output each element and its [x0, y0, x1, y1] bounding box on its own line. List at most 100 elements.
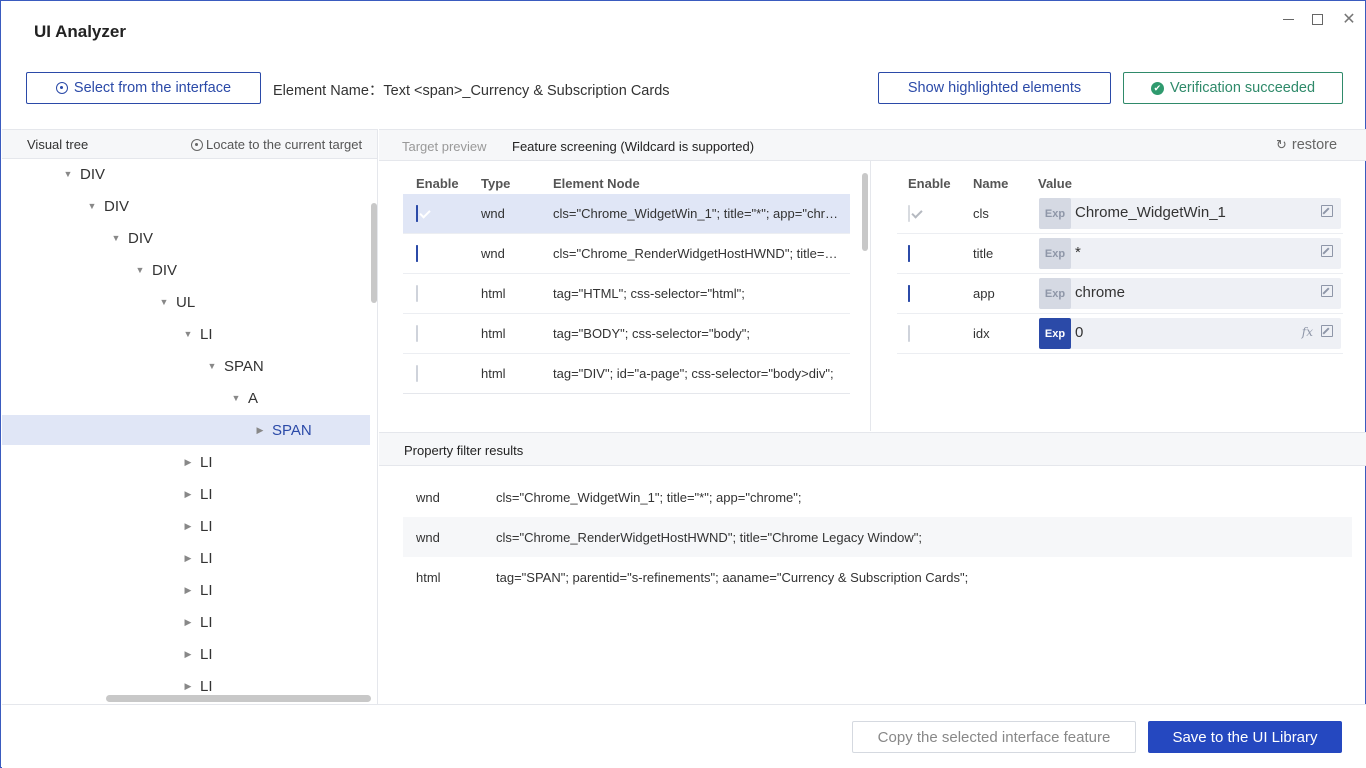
target-icon: [191, 138, 203, 151]
tree-node[interactable]: ▶ LI: [2, 639, 370, 669]
feature-row[interactable]: wnd cls="Chrome_RenderWidgetHostHWND"; ti…: [403, 234, 850, 274]
caret-down-icon[interactable]: ▼: [134, 265, 146, 275]
result-type: wnd: [416, 530, 440, 545]
tree-node[interactable]: ▶ LI: [2, 511, 370, 541]
property-value-field[interactable]: Exp *: [1039, 238, 1341, 269]
divider: [403, 393, 850, 394]
caret-right-icon[interactable]: ▶: [182, 457, 194, 468]
tree-node[interactable]: ▼ DIV: [2, 191, 370, 221]
tree-node[interactable]: ▼ SPAN: [2, 351, 370, 381]
property-value[interactable]: *: [1075, 244, 1081, 261]
caret-right-icon[interactable]: ▶: [254, 425, 266, 436]
feature-node: cls="Chrome_WidgetWin_1"; title="*"; app…: [553, 206, 841, 221]
feature-node-header: Element Node: [553, 176, 640, 191]
edit-icon[interactable]: [1321, 245, 1333, 257]
tree-vertical-scrollbar[interactable]: [371, 203, 377, 303]
caret-down-icon[interactable]: ▼: [86, 201, 98, 211]
function-icon[interactable]: fx: [1302, 325, 1313, 339]
caret-right-icon[interactable]: ▶: [182, 553, 194, 564]
result-row[interactable]: html tag="SPAN"; parentid="s-refinements"…: [403, 557, 1352, 597]
property-value-field[interactable]: Exp chrome: [1039, 278, 1341, 309]
enable-checkbox[interactable]: [908, 285, 910, 302]
show-highlighted-button[interactable]: Show highlighted elements: [878, 72, 1111, 104]
enable-checkbox[interactable]: [416, 325, 418, 342]
enable-checkbox[interactable]: [908, 205, 910, 222]
property-row: app Exp chrome: [897, 274, 1343, 314]
caret-right-icon[interactable]: ▶: [182, 489, 194, 500]
tree-horizontal-scrollbar[interactable]: [106, 695, 371, 702]
close-button[interactable]: ✕: [1338, 9, 1360, 29]
feature-row[interactable]: wnd cls="Chrome_WidgetWin_1"; title="*"; …: [403, 194, 850, 234]
property-name: title: [973, 246, 994, 261]
feature-row[interactable]: html tag="HTML"; css-selector="html";: [403, 274, 850, 314]
enable-checkbox[interactable]: [416, 365, 418, 382]
caret-right-icon[interactable]: ▶: [182, 521, 194, 532]
save-to-library-label: Save to the UI Library: [1172, 728, 1318, 746]
property-row: title Exp *: [897, 234, 1343, 274]
feature-row[interactable]: html tag="DIV"; id="a-page"; css-selector…: [403, 354, 850, 394]
property-value-field[interactable]: Exp Chrome_WidgetWin_1: [1039, 198, 1341, 229]
tree-node[interactable]: ▶ SPAN: [2, 415, 370, 445]
caret-down-icon[interactable]: ▼: [230, 393, 242, 403]
property-value[interactable]: chrome: [1075, 284, 1125, 301]
feature-table-scrollbar[interactable]: [862, 173, 868, 251]
tree-node-label: LI: [200, 613, 213, 631]
property-value[interactable]: Chrome_WidgetWin_1: [1075, 204, 1226, 221]
property-value-field[interactable]: Exp 0 fx: [1039, 318, 1341, 349]
expression-toggle[interactable]: Exp: [1039, 278, 1071, 309]
tree-node[interactable]: ▼ DIV: [2, 255, 370, 285]
feature-type: wnd: [481, 246, 505, 261]
locate-current-target-button[interactable]: Locate to the current target: [191, 137, 362, 152]
edit-icon[interactable]: [1321, 205, 1333, 217]
save-to-library-button[interactable]: Save to the UI Library: [1148, 721, 1342, 753]
caret-right-icon[interactable]: ▶: [182, 649, 194, 660]
tree-node[interactable]: ▶ LI: [2, 607, 370, 637]
caret-right-icon[interactable]: ▶: [182, 585, 194, 596]
copy-feature-button[interactable]: Copy the selected interface feature: [852, 721, 1136, 753]
select-from-interface-button[interactable]: Select from the interface: [26, 72, 261, 104]
enable-checkbox[interactable]: [416, 285, 418, 302]
tab-feature-screening[interactable]: Feature screening (Wildcard is supported…: [512, 139, 754, 154]
minimize-button[interactable]: [1277, 9, 1299, 29]
tree-node[interactable]: ▼ DIV: [2, 223, 370, 253]
tree-node[interactable]: ▼ DIV: [2, 159, 370, 189]
tab-target-preview[interactable]: Target preview: [402, 139, 487, 154]
tree-node[interactable]: ▶ LI: [2, 543, 370, 573]
edit-icon[interactable]: [1321, 285, 1333, 297]
result-row[interactable]: wnd cls="Chrome_RenderWidgetHostHWND"; ti…: [403, 517, 1352, 557]
enable-checkbox[interactable]: [416, 205, 418, 222]
caret-down-icon[interactable]: ▼: [62, 169, 74, 179]
feature-node: tag="DIV"; id="a-page"; css-selector="bo…: [553, 366, 834, 381]
tree-node[interactable]: ▶ LI: [2, 479, 370, 509]
restore-button[interactable]: ↻ restore: [1276, 137, 1337, 153]
caret-down-icon[interactable]: ▼: [110, 233, 122, 243]
enable-checkbox[interactable]: [416, 245, 418, 262]
tree-node-label: DIV: [104, 197, 130, 215]
target-icon: [55, 82, 68, 94]
expression-toggle[interactable]: Exp: [1039, 238, 1071, 269]
feature-row[interactable]: html tag="BODY"; css-selector="body";: [403, 314, 850, 354]
result-row[interactable]: wnd cls="Chrome_WidgetWin_1"; title="*"; …: [403, 477, 1352, 517]
expression-toggle[interactable]: Exp: [1039, 198, 1071, 229]
enable-checkbox[interactable]: [908, 245, 910, 262]
caret-right-icon[interactable]: ▶: [182, 617, 194, 628]
tree-node[interactable]: ▼ LI: [2, 319, 370, 349]
tree-node[interactable]: ▶ LI: [2, 447, 370, 477]
caret-down-icon[interactable]: ▼: [158, 297, 170, 307]
caret-right-icon[interactable]: ▶: [182, 681, 194, 692]
caret-down-icon[interactable]: ▼: [182, 329, 194, 339]
tree-node[interactable]: ▼ A: [2, 383, 370, 413]
caret-down-icon[interactable]: ▼: [206, 361, 218, 371]
edit-icon[interactable]: [1321, 325, 1333, 337]
tree-node[interactable]: ▶ LI: [2, 575, 370, 605]
property-row: idx Exp 0 fx: [897, 314, 1343, 354]
tree-node[interactable]: ▼ UL: [2, 287, 370, 317]
property-value[interactable]: 0: [1075, 324, 1083, 341]
prop-name-header: Name: [973, 176, 1009, 191]
maximize-button[interactable]: [1306, 9, 1328, 29]
expression-toggle[interactable]: Exp: [1039, 318, 1071, 349]
feature-enable-header: Enable: [416, 176, 459, 191]
refresh-icon: ↻: [1276, 137, 1287, 152]
verification-button[interactable]: ✔ Verification succeeded: [1123, 72, 1343, 104]
enable-checkbox[interactable]: [908, 325, 910, 342]
